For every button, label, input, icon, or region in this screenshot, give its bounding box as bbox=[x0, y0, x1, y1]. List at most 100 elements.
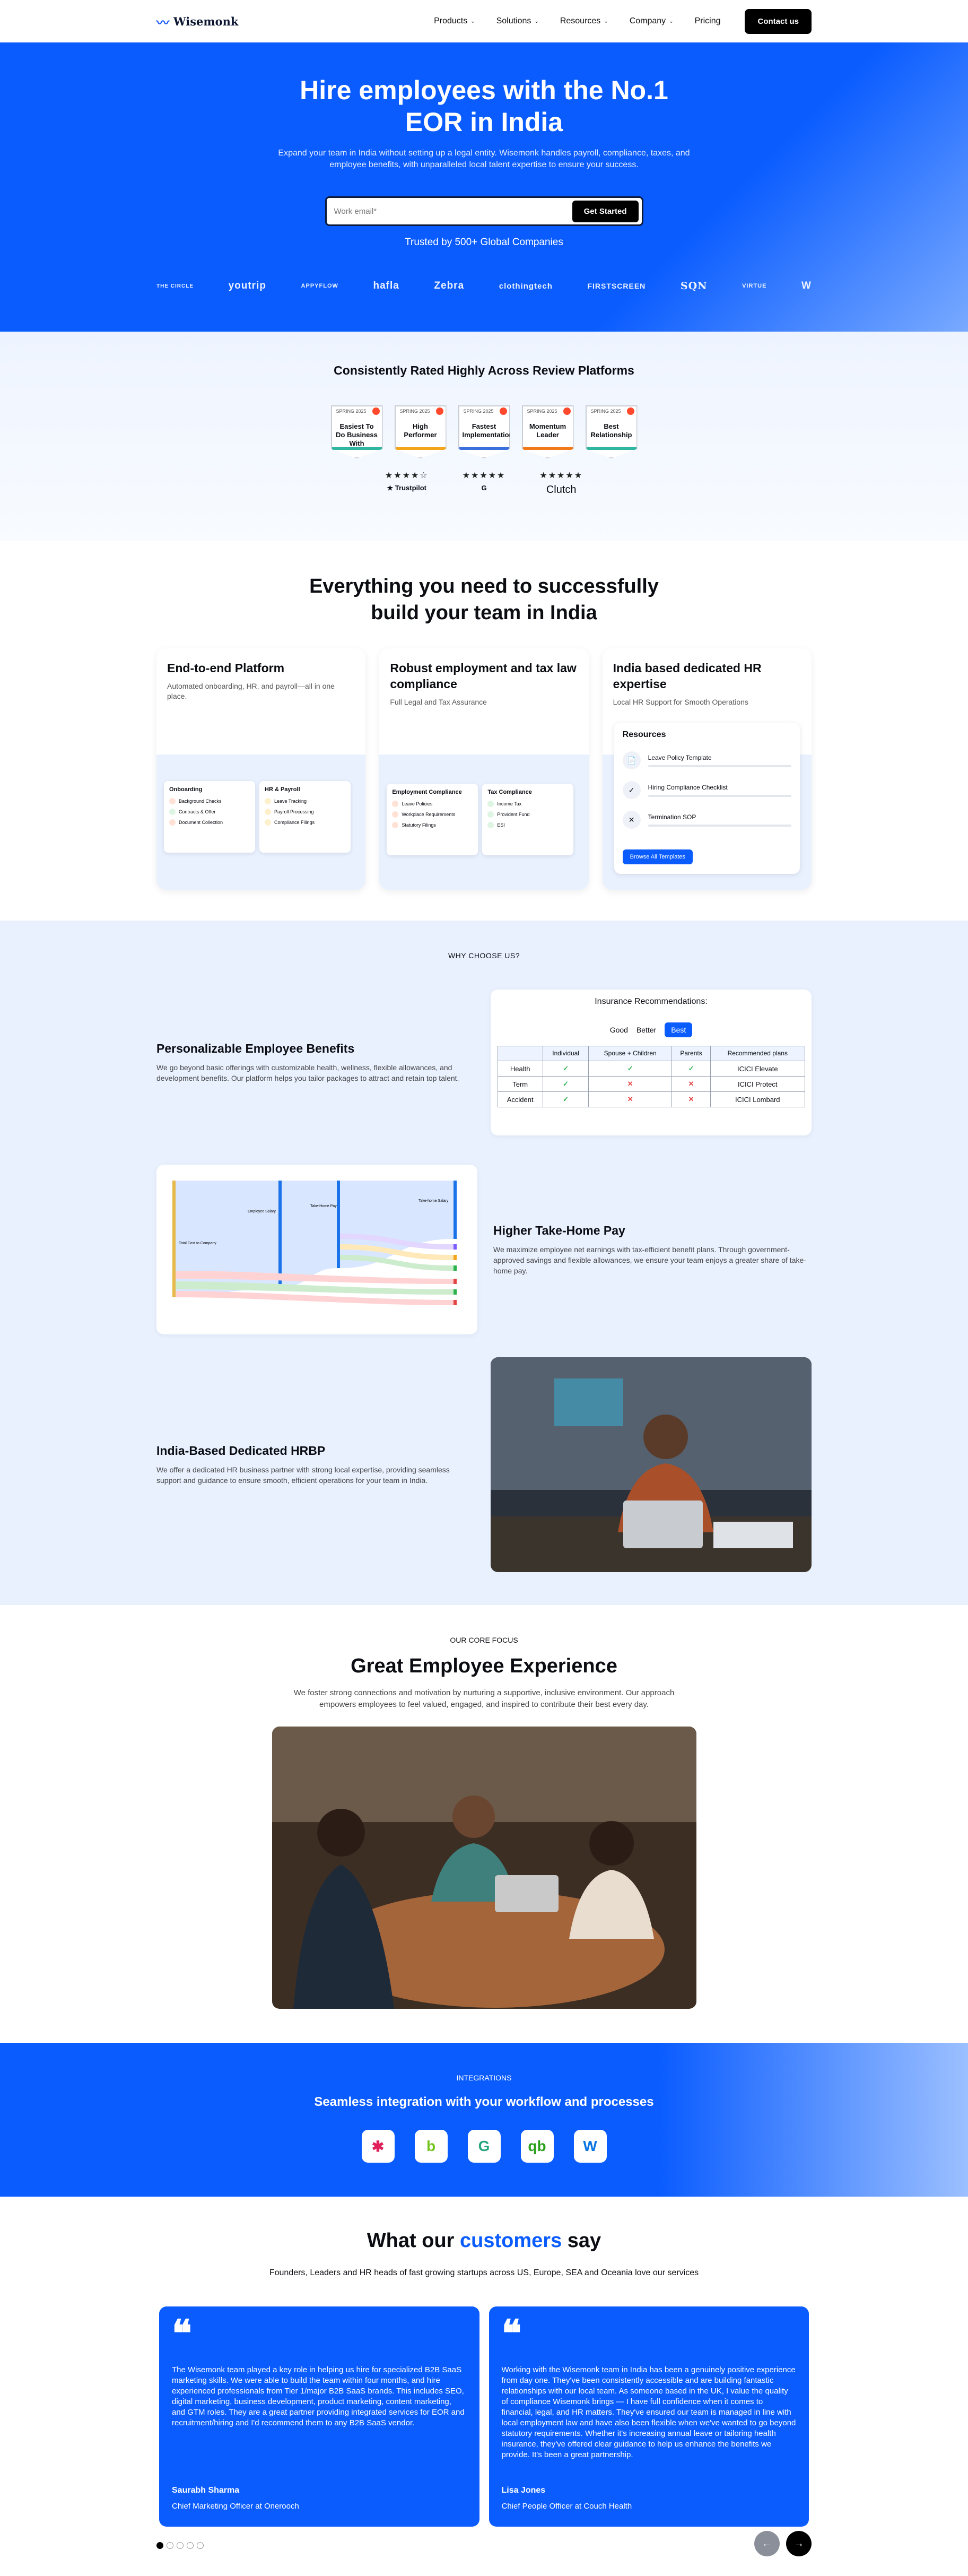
item-label: Statutory Filings bbox=[402, 822, 436, 828]
badge-label: High Performer bbox=[404, 422, 437, 439]
resource-item[interactable]: ✕ Termination SOP bbox=[622, 811, 791, 829]
author-role: Chief Marketing Officer at Onerooch bbox=[172, 2502, 299, 2511]
hero-section: Hire employees with the No.1 EOR in Indi… bbox=[0, 42, 968, 332]
review-ratings: ★★★★☆ ★ Trustpilot ★★★★★ G ★★★★★ Clutch bbox=[0, 470, 968, 496]
trustpilot-rating[interactable]: ★★★★☆ ★ Trustpilot bbox=[385, 470, 429, 496]
benefits-title: Personalizable Employee Benefits bbox=[156, 1042, 355, 1055]
trusted-by-text: Trusted by 500+ Global Companies bbox=[405, 237, 563, 248]
header-cell bbox=[497, 1046, 543, 1061]
item-label: ESI bbox=[497, 822, 505, 828]
badge-label: Momentum Leader bbox=[529, 422, 566, 439]
document-icon: 📄 bbox=[622, 751, 641, 769]
carousel-dot[interactable] bbox=[167, 2542, 173, 2549]
greenhouse-icon[interactable]: G bbox=[467, 2130, 501, 2163]
sankey-node bbox=[454, 1289, 457, 1295]
item-icon bbox=[169, 798, 176, 804]
brand-logo[interactable]: 〰 Wisemonk bbox=[156, 12, 238, 31]
menu-label: Products bbox=[434, 16, 468, 25]
tab-best[interactable]: Best bbox=[665, 1022, 693, 1037]
testimonial-author: Saurabh Sharma Chief Marketing Officer at… bbox=[172, 2486, 299, 2511]
testimonial-author: Lisa Jones Chief People Officer at Couch … bbox=[502, 2486, 632, 2511]
menu-solutions[interactable]: Solutions ⌄ bbox=[496, 16, 539, 26]
takehome-desc: We maximize employee net earnings with t… bbox=[493, 1245, 806, 1275]
sankey-node bbox=[454, 1244, 457, 1250]
g2-rating[interactable]: ★★★★★ G bbox=[463, 470, 506, 496]
laptop bbox=[623, 1501, 703, 1548]
g2-logo-icon bbox=[435, 407, 443, 415]
menu-label: Resources bbox=[560, 16, 601, 25]
core-focus-section: OUR CORE FOCUS Great Employee Experience… bbox=[0, 1605, 968, 2043]
title-pre: What our bbox=[367, 2230, 460, 2252]
panel-item: ESI bbox=[487, 822, 568, 828]
resource-item[interactable]: 📄 Leave Policy Template bbox=[622, 751, 791, 769]
carousel-dot[interactable] bbox=[197, 2542, 204, 2549]
sankey-label: Take-Home Pay bbox=[310, 1204, 337, 1208]
item-icon bbox=[265, 809, 271, 815]
item-label: Leave Policies bbox=[402, 801, 433, 806]
badge-season: SPRING 2025 bbox=[399, 409, 430, 414]
browse-templates-button[interactable]: Browse All Templates bbox=[622, 849, 693, 864]
benefits-desc: We go beyond basic offerings with custom… bbox=[156, 1063, 459, 1082]
tab-better[interactable]: Better bbox=[636, 1026, 656, 1034]
client-logo: clothingtech bbox=[499, 281, 553, 291]
quickbooks-icon[interactable]: qb bbox=[520, 2130, 554, 2163]
carousel-dots bbox=[156, 2542, 204, 2549]
item-label: Contracts & Offer bbox=[179, 809, 216, 814]
tab-good[interactable]: Good bbox=[610, 1026, 628, 1034]
client-logo: THE CIRCLE bbox=[156, 283, 194, 289]
resource-item[interactable]: ✓ Hiring Compliance Checklist bbox=[622, 781, 791, 799]
item-label: Workplace Requirements bbox=[402, 812, 456, 817]
work-email-input[interactable] bbox=[334, 206, 572, 216]
bamboohr-icon[interactable]: b bbox=[414, 2130, 448, 2163]
sankey-label: Total Cost to Company bbox=[179, 1242, 216, 1245]
employment-compliance-panel: Employment Compliance Leave Policies Wor… bbox=[387, 784, 478, 855]
feature-card-platform: End-to-end Platform Automated onboarding… bbox=[156, 648, 366, 890]
header-cell: Individual bbox=[542, 1046, 589, 1061]
contact-us-button[interactable]: Contact us bbox=[745, 8, 812, 34]
focus-title: Great Employee Experience bbox=[351, 1655, 617, 1677]
carousel-dot[interactable] bbox=[187, 2542, 194, 2549]
header-cell: Parents bbox=[672, 1046, 711, 1061]
menu-company[interactable]: Company ⌄ bbox=[630, 16, 674, 26]
testimonials-subtitle: Founders, Leaders and HR heads of fast g… bbox=[269, 2268, 699, 2277]
person-head bbox=[317, 1809, 365, 1857]
g2-badge: SPRING 2025 Momentum Leader bbox=[521, 405, 574, 458]
prev-arrow-button[interactable]: ← bbox=[754, 2531, 780, 2556]
cross-icon: ✕ bbox=[588, 1076, 673, 1092]
item-icon bbox=[392, 822, 399, 828]
hrbp-photo-illustration bbox=[491, 1357, 812, 1572]
badge-season: SPRING 2025 bbox=[336, 409, 367, 414]
item-label: Provident Fund bbox=[497, 812, 530, 817]
menu-pricing[interactable]: Pricing bbox=[695, 16, 721, 26]
tax-compliance-panel: Tax Compliance Income Tax Provident Fund… bbox=[482, 784, 574, 855]
panel-title: Onboarding bbox=[169, 786, 203, 793]
menu-resources[interactable]: Resources ⌄ bbox=[560, 16, 608, 26]
sankey-node bbox=[454, 1255, 457, 1260]
g2-logo-icon bbox=[372, 407, 380, 415]
panel-item: Statutory Filings bbox=[392, 822, 473, 828]
table-header: Individual Spouse + Children Parents Rec… bbox=[497, 1046, 805, 1061]
platform-name: G bbox=[481, 484, 487, 492]
badge-label: Best Relationship bbox=[590, 422, 632, 439]
next-arrow-button[interactable]: → bbox=[786, 2531, 812, 2556]
chevron-down-icon: ⌄ bbox=[604, 18, 608, 24]
table-row: Health ✓ ✓ ✓ ICICI Elevate bbox=[497, 1061, 805, 1077]
carousel-dot[interactable] bbox=[156, 2542, 163, 2549]
plan-cell: ICICI Lombard bbox=[710, 1091, 805, 1107]
clutch-rating[interactable]: ★★★★★ Clutch bbox=[539, 470, 583, 496]
carousel-dot[interactable] bbox=[177, 2542, 184, 2549]
get-started-button[interactable]: Get Started bbox=[572, 200, 639, 222]
header-cell: Spouse + Children bbox=[588, 1046, 673, 1061]
menu-products[interactable]: Products ⌄ bbox=[434, 16, 475, 26]
person-head bbox=[643, 1415, 688, 1459]
author-name: Saurabh Sharma bbox=[172, 2486, 240, 2495]
item-icon bbox=[487, 811, 494, 818]
resource-label: Hiring Compliance Checklist bbox=[648, 783, 728, 791]
author-name: Lisa Jones bbox=[501, 2486, 546, 2495]
panel-item: Compliance Filings bbox=[265, 819, 345, 826]
slack-icon[interactable]: ✱ bbox=[361, 2130, 395, 2163]
email-form: Get Started bbox=[325, 196, 643, 226]
hero-subtitle: Expand your team in India without settin… bbox=[278, 149, 690, 169]
sankey-flow bbox=[282, 1181, 337, 1287]
workday-icon[interactable]: W bbox=[573, 2130, 607, 2163]
